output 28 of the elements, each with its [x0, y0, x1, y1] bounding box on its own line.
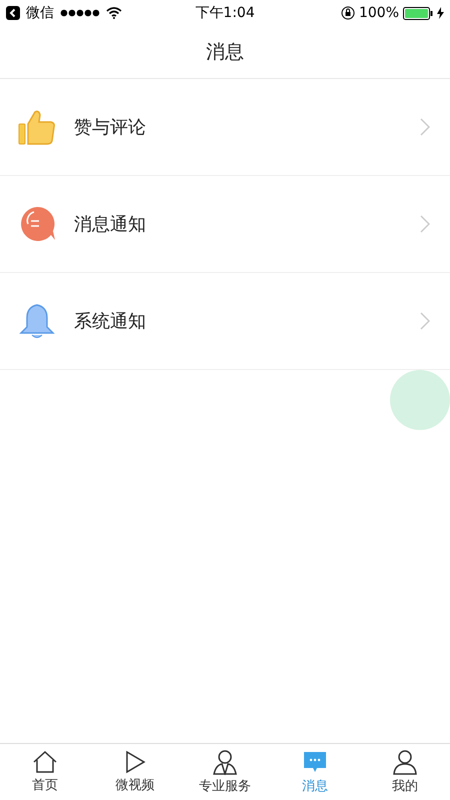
person-icon: [212, 749, 238, 775]
thumbs-up-icon: [18, 109, 56, 145]
signal-icon: [60, 9, 100, 17]
tab-bar-item[interactable]: 微视频: [90, 744, 180, 800]
battery-percent: 100%: [358, 5, 400, 21]
home-icon: [32, 750, 58, 774]
message-category-row[interactable]: 系统通知: [0, 273, 450, 370]
wifi-icon: [106, 7, 122, 19]
tab-bar-item[interactable]: 首页: [0, 744, 90, 800]
status-time: 下午1:04: [195, 4, 255, 22]
tab-bar-item[interactable]: 我的: [360, 744, 450, 800]
back-icon[interactable]: [6, 6, 20, 20]
chevron-icon: [420, 215, 430, 233]
rotation-lock-icon: [340, 6, 355, 20]
message-category-row[interactable]: 消息通知: [0, 176, 450, 273]
play-icon: [124, 750, 146, 774]
bell-icon: [18, 302, 56, 340]
user-icon: [392, 749, 418, 775]
tab-bar-item[interactable]: 消息: [270, 744, 360, 800]
charging-icon: [437, 7, 444, 19]
tab-bar-item[interactable]: 专业服务: [180, 744, 270, 800]
chevron-icon: [420, 312, 430, 330]
chevron-icon: [420, 118, 430, 136]
page-title: 消息: [206, 40, 244, 65]
back-app-label[interactable]: 微信: [26, 4, 54, 22]
battery-icon: [403, 6, 434, 20]
message-category-row[interactable]: 赞与评论: [0, 79, 450, 176]
chat-bubble-icon: [18, 206, 56, 242]
